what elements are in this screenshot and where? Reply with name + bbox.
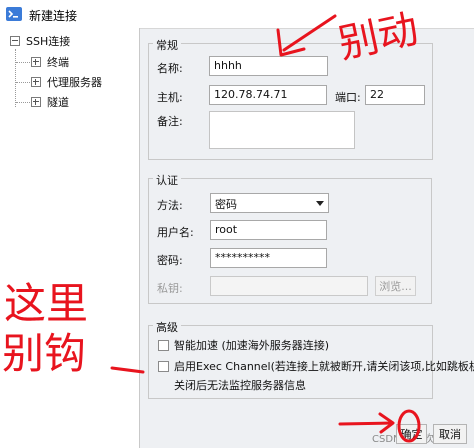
collapse-icon[interactable]: [10, 36, 20, 46]
method-select[interactable]: 密码: [210, 193, 329, 213]
method-label: 方法:: [157, 199, 183, 212]
host-field[interactable]: 120.78.74.71: [209, 85, 327, 105]
cancel-button[interactable]: 取消: [433, 424, 467, 444]
note-field[interactable]: [209, 111, 355, 149]
auth-group-title: 认证: [153, 172, 181, 188]
password-field[interactable]: **********: [210, 248, 327, 268]
checkbox-box[interactable]: [158, 360, 169, 372]
private-key-label: 私钥:: [157, 282, 183, 295]
method-select-value: 密码: [215, 198, 237, 211]
checkbox-box[interactable]: [158, 339, 169, 351]
checkbox-label: 智能加速 (加速海外服务器连接): [174, 339, 330, 352]
connection-tree: SSH连接 终端 代理服务器 隧道: [0, 28, 140, 448]
tree-item-label: 隧道: [47, 96, 69, 109]
port-label: 端口:: [335, 91, 361, 104]
username-field[interactable]: root: [210, 220, 327, 240]
new-connection-dialog: 新建连接 SSH连接 终端 代理服务器 隧道 常规 名称: hhhh 主机: 1…: [0, 0, 474, 448]
password-label: 密码:: [157, 254, 183, 267]
tree-item-label: 终端: [47, 56, 69, 69]
host-label: 主机:: [157, 91, 183, 104]
name-label: 名称:: [157, 62, 183, 75]
app-icon: [6, 7, 22, 21]
smart-accel-checkbox[interactable]: 智能加速 (加速海外服务器连接): [158, 337, 329, 353]
general-group-title: 常规: [153, 37, 181, 53]
advanced-group-title: 高级: [153, 319, 181, 335]
expand-icon[interactable]: [31, 77, 41, 87]
ok-button[interactable]: 确定: [396, 424, 427, 444]
exec-channel-note: 关闭后无法监控服务器信息: [174, 379, 306, 392]
chevron-down-icon: [316, 201, 324, 206]
username-label: 用户名:: [157, 226, 194, 239]
tree-item-terminal[interactable]: 终端: [31, 53, 69, 71]
tree-item-label: 代理服务器: [47, 76, 102, 89]
tree-item-tunnel[interactable]: 隧道: [31, 93, 69, 111]
name-field[interactable]: hhhh: [209, 56, 328, 76]
tree-item-proxy[interactable]: 代理服务器: [31, 73, 102, 91]
port-field[interactable]: 22: [365, 85, 425, 105]
note-label: 备注:: [157, 115, 183, 128]
exec-channel-checkbox[interactable]: 启用Exec Channel(若连接上就被断开,请关闭该项,比如跳板机): [158, 358, 474, 374]
window-title: 新建连接: [29, 9, 78, 23]
tree-item-ssh[interactable]: SSH连接: [10, 32, 70, 50]
title-bar: 新建连接: [0, 0, 474, 29]
expand-icon[interactable]: [31, 97, 41, 107]
private-key-field[interactable]: [210, 276, 368, 296]
checkbox-label: 启用Exec Channel(若连接上就被断开,请关闭该项,比如跳板机): [174, 360, 474, 373]
browse-button[interactable]: 浏览...: [375, 276, 416, 296]
expand-icon[interactable]: [31, 57, 41, 67]
tree-item-label: SSH连接: [26, 35, 71, 48]
